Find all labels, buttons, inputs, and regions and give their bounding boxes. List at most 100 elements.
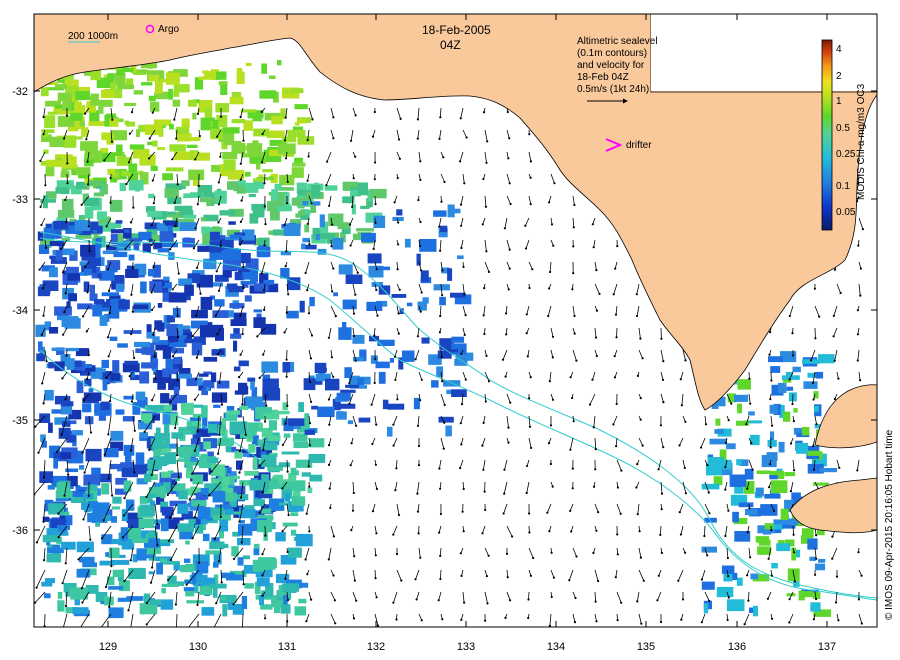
velocity-vector-head bbox=[552, 576, 556, 579]
velocity-vector-head bbox=[771, 617, 774, 620]
velocity-vector-head bbox=[264, 420, 267, 423]
chlorophyll-pixel bbox=[236, 188, 246, 194]
velocity-vector-head bbox=[375, 596, 378, 599]
velocity-vector-head bbox=[788, 314, 791, 318]
velocity-vector-head bbox=[310, 598, 313, 601]
chlorophyll-pixel bbox=[108, 586, 124, 590]
velocity-vector-head bbox=[730, 402, 733, 405]
chlorophyll-pixel bbox=[757, 546, 772, 555]
velocity-vector-head bbox=[327, 336, 330, 339]
velocity-vector-head bbox=[42, 133, 45, 136]
chlorophyll-pixel bbox=[49, 327, 59, 334]
chlorophyll-pixel bbox=[199, 197, 217, 203]
chlorophyll-pixel bbox=[218, 81, 228, 86]
chlorophyll-pixel bbox=[215, 103, 229, 113]
velocity-vector-head bbox=[261, 574, 264, 577]
chlorophyll-pixel bbox=[98, 99, 113, 107]
chlorophyll-pixel bbox=[439, 296, 446, 306]
velocity-vector-head bbox=[704, 423, 708, 426]
velocity-vector-head bbox=[861, 228, 865, 231]
velocity-vector-head bbox=[460, 443, 463, 446]
chlorophyll-pixel bbox=[253, 548, 260, 556]
chlorophyll-pixel bbox=[74, 220, 91, 231]
velocity-vector-head bbox=[131, 266, 134, 269]
chlorophyll-pixel bbox=[809, 556, 817, 561]
velocity-vector-head bbox=[726, 556, 730, 560]
velocity-vector-head bbox=[793, 469, 796, 472]
velocity-vector-head bbox=[657, 468, 660, 471]
chlorophyll-pixel bbox=[357, 378, 365, 385]
velocity-vector-head bbox=[176, 454, 179, 457]
velocity-vector-head bbox=[328, 487, 331, 490]
velocity-vector-head bbox=[706, 554, 709, 557]
velocity-vector-head bbox=[86, 377, 89, 381]
chlorophyll-pixel bbox=[253, 128, 270, 137]
velocity-vector-head bbox=[38, 268, 41, 271]
chlorophyll-pixel bbox=[161, 471, 171, 478]
chlorophyll-pixel bbox=[222, 127, 240, 134]
velocity-vector-head bbox=[527, 598, 530, 601]
chlorophyll-pixel bbox=[233, 366, 241, 372]
velocity-vector-head bbox=[615, 336, 618, 339]
velocity-vector-head bbox=[641, 444, 644, 447]
chlorophyll-pixel bbox=[162, 173, 173, 181]
chlorophyll-pixel bbox=[65, 468, 79, 473]
velocity-vector-head bbox=[616, 486, 620, 489]
velocity-vector-head bbox=[598, 292, 601, 295]
chlorophyll-pixel bbox=[216, 543, 229, 548]
velocity-vector-head bbox=[502, 512, 505, 515]
velocity-vector-head bbox=[328, 423, 331, 426]
chlorophyll-pixel bbox=[378, 371, 386, 384]
velocity-vector-head bbox=[284, 116, 287, 119]
velocity-vector-head bbox=[197, 184, 200, 187]
velocity-vector-head bbox=[370, 403, 373, 406]
chlorophyll-pixel bbox=[792, 366, 801, 373]
velocity-vector-head bbox=[548, 624, 552, 627]
chlorophyll-pixel bbox=[216, 380, 230, 389]
chlorophyll-pixel bbox=[103, 448, 119, 458]
velocity-vector-head bbox=[638, 530, 641, 533]
chlorophyll-pixel bbox=[263, 393, 269, 399]
velocity-vector-head bbox=[327, 444, 331, 447]
velocity-vector-head bbox=[185, 583, 188, 586]
colorbar-title: MODIS Chl-a mg/m3 OC3 bbox=[856, 83, 867, 200]
chlorophyll-pixel bbox=[106, 298, 111, 308]
velocity-vector-head bbox=[375, 423, 378, 426]
velocity-vector-head bbox=[620, 601, 623, 604]
chlorophyll-pixel bbox=[212, 491, 226, 503]
chlorophyll-pixel bbox=[100, 401, 110, 411]
chlorophyll-pixel bbox=[57, 525, 70, 530]
chlorophyll-pixel bbox=[714, 429, 724, 434]
velocity-vector-head bbox=[109, 177, 112, 180]
velocity-vector-head bbox=[547, 314, 550, 318]
velocity-vector-head bbox=[838, 466, 841, 469]
velocity-vector-head bbox=[549, 462, 553, 466]
velocity-vector-head bbox=[595, 269, 598, 272]
velocity-vector-head bbox=[460, 246, 463, 250]
velocity-vector-head bbox=[215, 270, 218, 273]
velocity-vector-head bbox=[684, 492, 688, 495]
velocity-vector-head bbox=[214, 314, 217, 317]
velocity-vector-head bbox=[220, 581, 223, 584]
chlorophyll-pixel bbox=[84, 378, 92, 387]
velocity-vector-head bbox=[283, 331, 286, 334]
chlorophyll-pixel bbox=[200, 296, 213, 310]
chlorophyll-pixel bbox=[93, 299, 105, 305]
velocity-vector-head bbox=[594, 448, 597, 451]
chlorophyll-pixel bbox=[49, 241, 65, 247]
velocity-vector-head bbox=[416, 492, 419, 495]
velocity-vector-head bbox=[86, 160, 89, 163]
chlorophyll-pixel bbox=[43, 195, 48, 209]
velocity-vector-head bbox=[642, 579, 645, 582]
velocity-vector-head bbox=[130, 332, 133, 336]
velocity-vector-head bbox=[392, 444, 395, 447]
velocity-vector-head bbox=[856, 309, 860, 312]
velocity-vector-head bbox=[101, 537, 104, 540]
velocity-vector-head bbox=[35, 541, 39, 544]
velocity-vector-head bbox=[811, 381, 815, 385]
velocity-vector-head bbox=[459, 160, 462, 163]
velocity-vector-head bbox=[352, 491, 355, 495]
chlorophyll-pixel bbox=[48, 503, 65, 515]
velocity-vector-head bbox=[242, 583, 245, 586]
velocity-vector-head bbox=[793, 551, 796, 554]
